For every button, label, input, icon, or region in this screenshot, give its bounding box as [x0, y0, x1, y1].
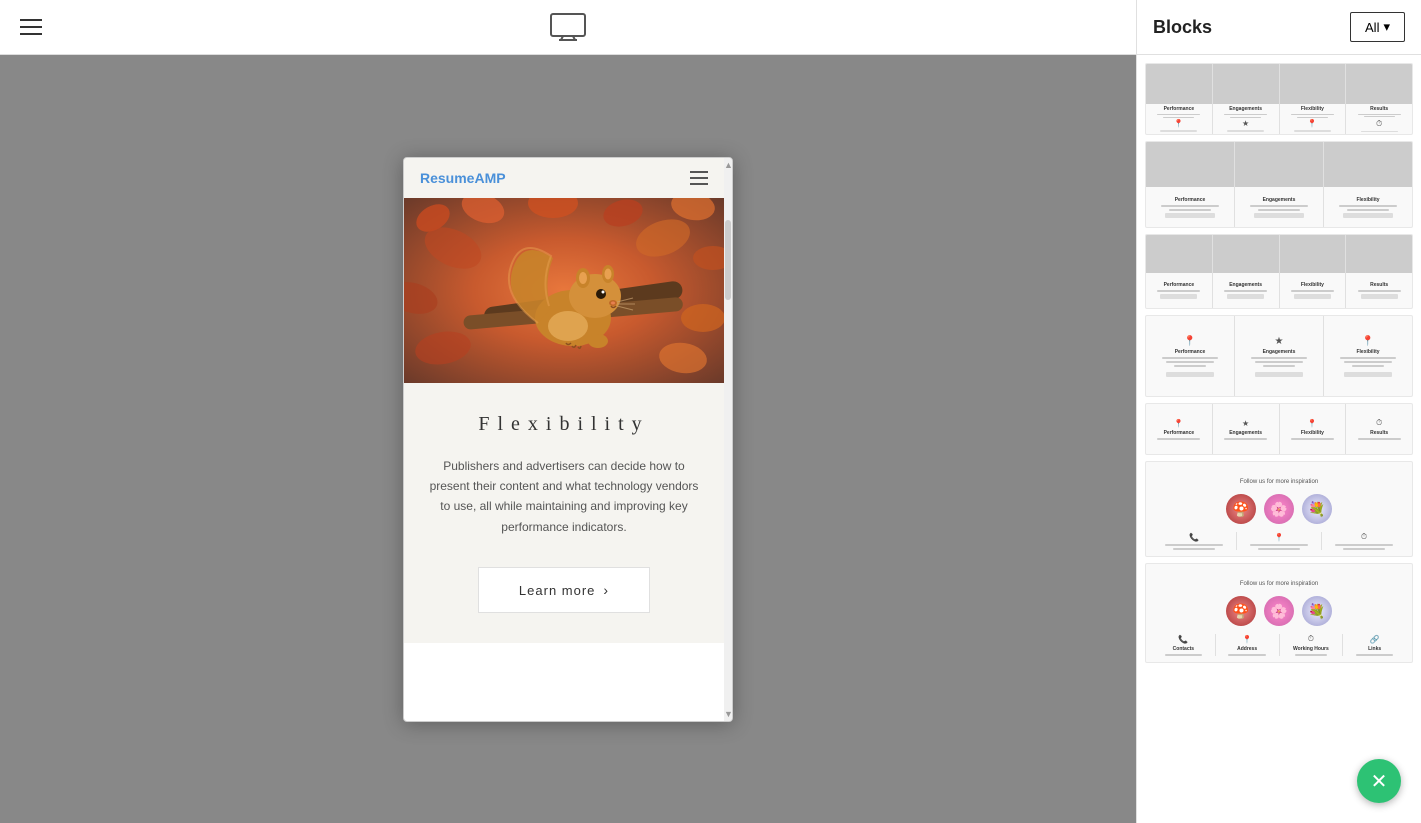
- block-thumb-5[interactable]: 📍 Performance ★ Engagements 📍 Flexibilit…: [1145, 403, 1413, 455]
- mobile-frame: ResumeAMP: [403, 157, 733, 722]
- monitor-icon[interactable]: [550, 13, 586, 41]
- close-button[interactable]: ✕: [1357, 759, 1401, 803]
- mobile-nav: ResumeAMP: [404, 158, 724, 198]
- block-thumb-7[interactable]: Follow us for more inspiration 🍄 🌸: [1145, 563, 1413, 663]
- learn-more-button[interactable]: Learn more ›: [478, 567, 650, 613]
- mobile-scrollbar[interactable]: ▲ ▼: [724, 158, 732, 721]
- blocks-filter-button[interactable]: All ▾: [1350, 12, 1405, 42]
- blocks-filter-chevron: ▾: [1383, 19, 1390, 35]
- editor-area: ResumeAMP: [0, 0, 1136, 823]
- squirrel-image: [404, 198, 724, 383]
- logo-plain: Resume: [420, 170, 474, 186]
- blocks-header: Blocks All ▾: [1137, 0, 1421, 55]
- mobile-content: ResumeAMP: [404, 158, 724, 721]
- block-thumb-2[interactable]: Performance Engagements Flexibility: [1145, 141, 1413, 228]
- block-thumb-3[interactable]: Performance Engagements Flexibility: [1145, 234, 1413, 309]
- mobile-body-text: Publishers and advertisers can decide ho…: [424, 456, 704, 538]
- block-thumb-1[interactable]: Performance 📍 Engagements ★ F: [1145, 63, 1413, 135]
- blocks-panel: Blocks All ▾ Performance: [1136, 0, 1421, 823]
- mobile-logo: ResumeAMP: [420, 170, 506, 186]
- chevron-right-icon: ›: [603, 582, 609, 598]
- mobile-title: Flexibility: [424, 413, 704, 436]
- blocks-list: Performance 📍 Engagements ★ F: [1137, 55, 1421, 823]
- blocks-title: Blocks: [1153, 17, 1212, 38]
- toolbar: [0, 0, 1136, 55]
- logo-accent: AMP: [474, 170, 505, 186]
- mobile-content-area: Flexibility Publishers and advertisers c…: [404, 383, 724, 644]
- menu-icon[interactable]: [20, 19, 42, 35]
- preview-container: ResumeAMP: [0, 55, 1136, 823]
- mobile-hamburger-icon[interactable]: [690, 171, 708, 185]
- scroll-down-arrow[interactable]: ▼: [724, 709, 732, 719]
- block-thumb-4[interactable]: 📍 Performance ★ Engagements 📍: [1145, 315, 1413, 397]
- close-icon: ✕: [1371, 769, 1388, 794]
- learn-more-label: Learn more: [519, 583, 595, 598]
- blocks-filter-label: All: [1365, 20, 1379, 35]
- block-thumb-6[interactable]: Follow us for more inspiration 🍄 🌸: [1145, 461, 1413, 557]
- scroll-up-arrow[interactable]: ▲: [724, 158, 732, 170]
- mobile-hero-image: [404, 198, 724, 383]
- scroll-thumb[interactable]: [725, 220, 731, 300]
